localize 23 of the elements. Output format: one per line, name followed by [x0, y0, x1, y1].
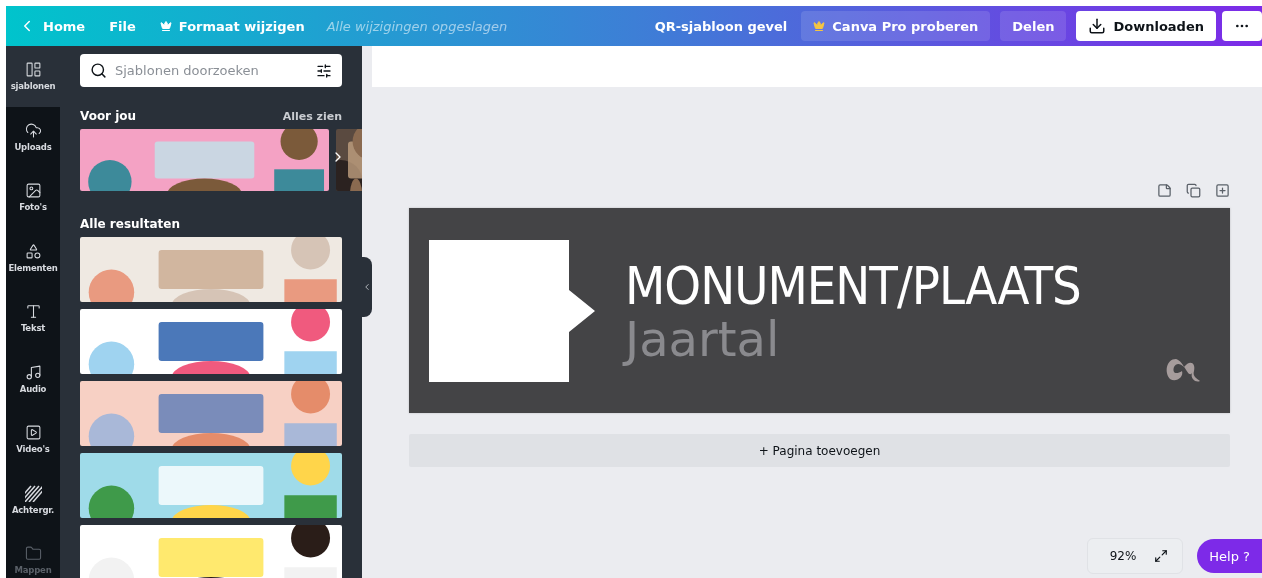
- section-title: Alle resultaten: [80, 217, 180, 231]
- design-title[interactable]: QR-sjabloon gevel: [654, 18, 788, 34]
- download-button[interactable]: Downloaden: [1076, 11, 1216, 41]
- sidebar-item[interactable]: Tekst: [6, 288, 60, 349]
- sidebar-item[interactable]: Achtergr.: [6, 469, 60, 530]
- search-field[interactable]: Sjablonen doorzoeken: [80, 54, 342, 87]
- share-button[interactable]: Delen: [1000, 11, 1067, 41]
- add-page-button[interactable]: + Pagina toevoegen: [409, 434, 1230, 467]
- design-heading: MONUMENT/PLAATS: [625, 257, 1081, 314]
- sidebar-item[interactable]: Elementen: [6, 227, 60, 288]
- zoom-control[interactable]: 92%: [1086, 538, 1184, 574]
- sidebar-item[interactable]: sjablonen: [6, 46, 60, 107]
- sidebar-item[interactable]: Uploads: [6, 106, 60, 167]
- sidebar-item[interactable]: Foto's: [6, 167, 60, 228]
- help-button[interactable]: Help ?: [1197, 539, 1262, 573]
- see-all-link[interactable]: Alles zien: [282, 109, 342, 123]
- pro-trial-button[interactable]: Canva Pro proberen: [801, 11, 991, 41]
- section-title: Voor jou: [80, 109, 137, 123]
- save-status: Alle wijzigingen opgeslagen: [326, 18, 508, 34]
- zoom-level: 92%: [1109, 549, 1137, 563]
- sidebar-item[interactable]: Video's: [6, 409, 60, 470]
- search-input[interactable]: Sjablonen doorzoeken: [115, 63, 308, 78]
- sidebar-item[interactable]: Audio: [6, 348, 60, 409]
